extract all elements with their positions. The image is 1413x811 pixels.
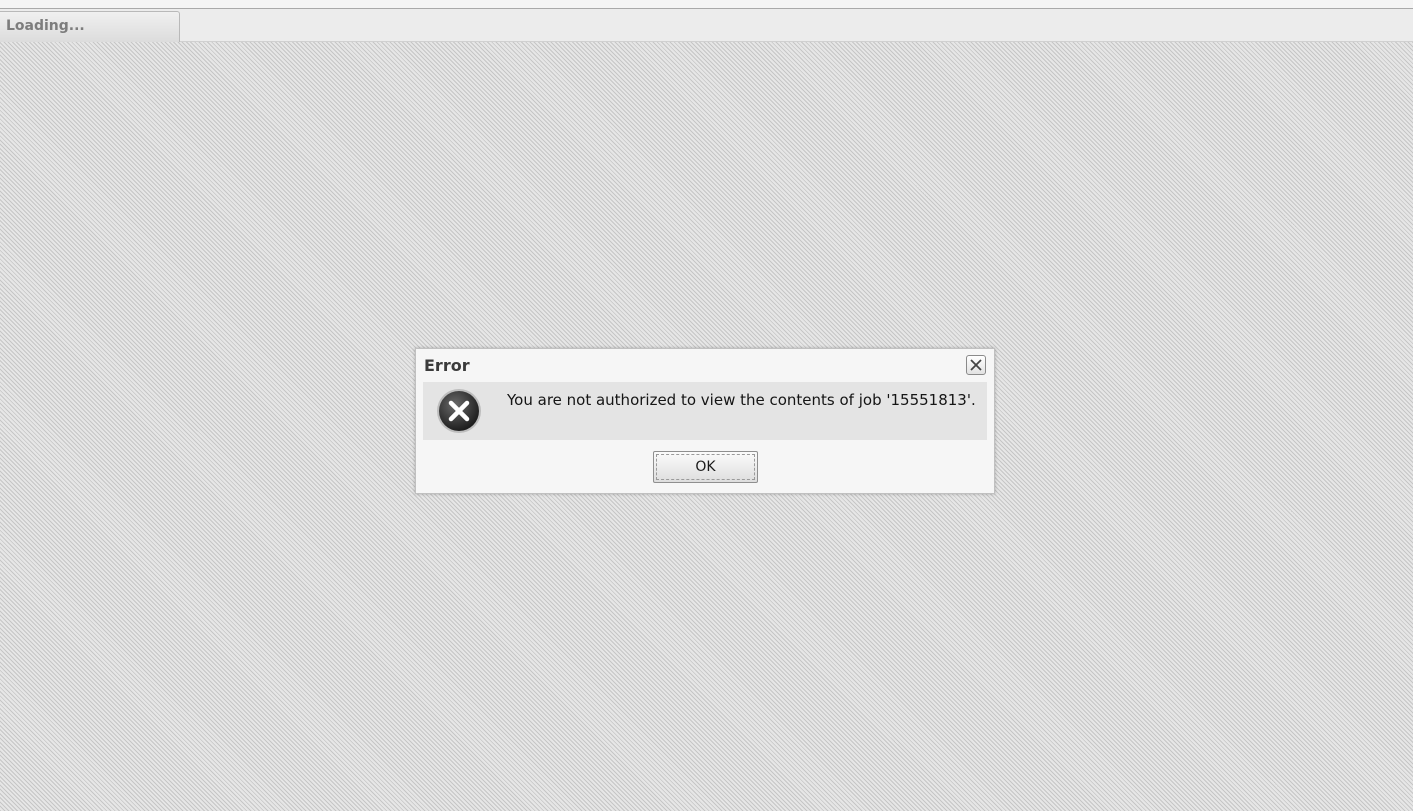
error-message: You are not authorized to view the conte… <box>507 391 976 409</box>
tab-loading[interactable]: Loading... <box>0 11 180 42</box>
close-button[interactable] <box>966 355 986 375</box>
dialog-title: Error <box>424 356 470 375</box>
error-icon <box>437 389 481 433</box>
error-dialog: Error You are not authorized to view the… <box>415 348 995 494</box>
tab-label: Loading... <box>6 18 85 34</box>
message-panel: You are not authorized to view the conte… <box>423 382 987 440</box>
tab-bar: Loading... <box>0 9 1413 42</box>
window-top-strip <box>0 0 1413 9</box>
close-icon <box>970 359 982 371</box>
ok-button[interactable]: OK <box>653 451 758 483</box>
